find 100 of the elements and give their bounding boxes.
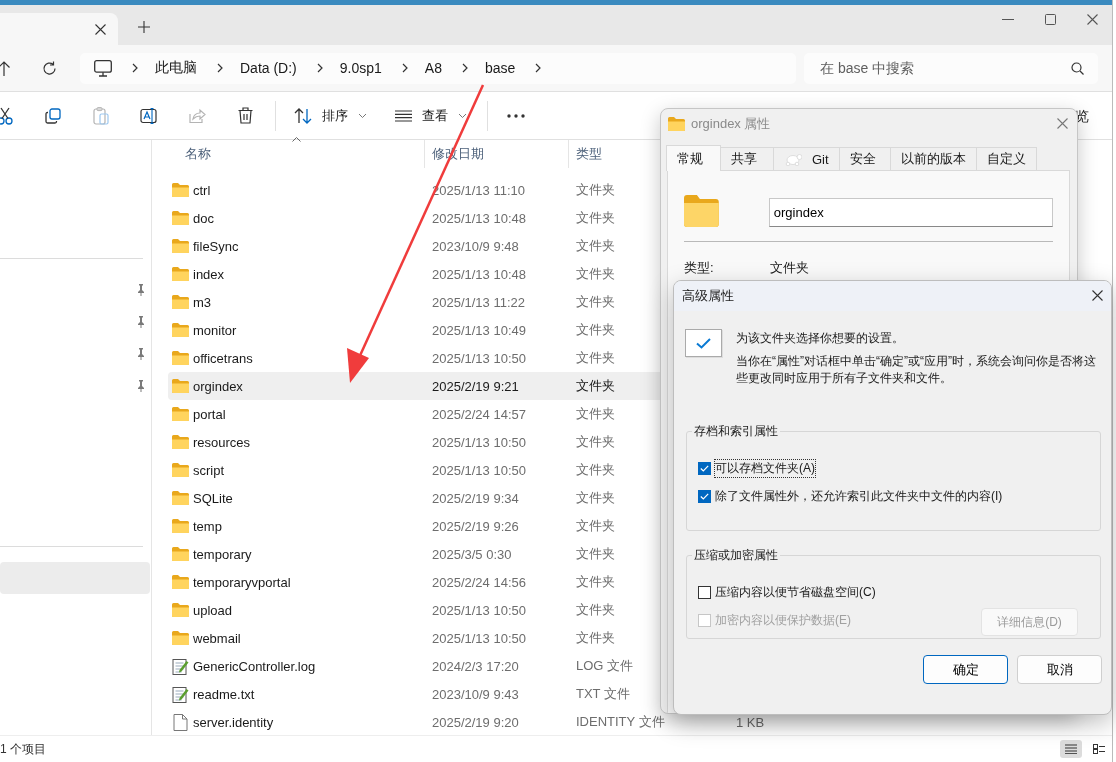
date-cell: 2025/1/13 10:50 [432,630,526,646]
monitor-icon [94,59,112,77]
date-cell: 2025/1/13 10:49 [432,322,526,338]
folder-icon [172,295,189,309]
type-cell: 文件夹 [576,237,615,255]
folder-icon [668,117,685,131]
breadcrumb-item[interactable]: 此电脑 [155,59,197,77]
column-header[interactable]: 名称 [168,140,425,168]
search-field[interactable]: 在 base 中搜索 [818,59,1062,77]
cancel-button[interactable]: 取消 [1017,655,1102,684]
file-name[interactable]: resources [193,434,251,450]
type-cell: LOG 文件 [576,657,634,675]
checkbox[interactable] [698,489,711,503]
folder-icon [172,239,189,253]
file-name[interactable]: script [193,462,225,478]
checkbox-label[interactable]: 除了文件属性外，还允许索引此文件夹中文件的内容(I) [715,487,1003,505]
close-icon[interactable] [1087,13,1098,25]
file-name[interactable]: m3 [193,294,212,310]
item-count: 1 个项目 [0,740,46,758]
file-name[interactable]: temporaryvportal [193,574,291,590]
type-cell: 文件夹 [576,433,615,451]
date-cell: 2025/1/13 10:50 [432,434,526,450]
date-cell: 2025/1/13 10:48 [432,266,526,282]
copy-icon[interactable] [45,107,61,124]
file-name[interactable]: upload [193,602,233,618]
checkbox-label[interactable]: 可以存档文件夹(A) [715,459,815,477]
ok-button[interactable]: 确定 [923,655,1008,684]
chevron-icon [132,63,139,73]
file-name[interactable]: index [193,266,225,282]
field-label: 类型: [684,259,715,277]
notepad-icon [172,657,189,675]
date-cell: 2025/1/13 10:50 [432,462,526,478]
scissors-icon[interactable] [0,106,13,125]
type-cell: 文件夹 [576,349,615,367]
file-name[interactable]: orgindex [193,378,243,394]
close-icon[interactable] [1092,290,1103,301]
type-cell: 文件夹 [576,545,615,563]
up-arrow-icon[interactable] [0,60,10,76]
file-name[interactable]: officetrans [193,350,253,366]
type-cell: 文件夹 [576,461,615,479]
dialog-title: 高级属性 [682,287,734,305]
date-cell: 2025/2/24 14:56 [432,574,526,590]
name-field[interactable]: orgindex [768,197,1053,227]
file-name[interactable]: ctrl [193,182,211,198]
file-name[interactable]: webmail [193,630,241,646]
folder-icon [172,435,189,449]
breadcrumb-item[interactable]: base [484,60,516,76]
size-cell: 1 KB [736,714,765,730]
folder-icon [172,547,189,561]
field-value: 文件夹 [770,259,810,277]
trash-icon[interactable] [237,107,253,124]
file-name[interactable]: portal [193,406,226,422]
file-name[interactable]: fileSync [193,238,239,254]
view-toggle[interactable] [1060,740,1082,758]
pin-icon [136,348,146,360]
search-icon [1071,61,1084,75]
folder-icon [172,351,189,365]
pin-icon [136,316,146,328]
folder-icon [684,195,719,227]
type-cell: 文件夹 [576,405,615,423]
column-header[interactable]: 类型 [569,140,602,168]
plus-icon[interactable] [138,21,150,33]
file-name[interactable]: monitor [193,322,237,338]
checkbox[interactable] [698,585,711,599]
date-cell: 2025/2/19 9:21 [432,378,519,394]
file-name[interactable]: temporary [193,546,252,562]
dialog-tab[interactable]: 自定义 [975,147,1037,170]
maximize-icon[interactable] [1045,13,1056,25]
chevron-icon [461,63,469,73]
date-cell: 2025/1/13 11:22 [432,294,525,310]
file-name[interactable]: temp [193,518,222,534]
rename-icon[interactable] [140,107,158,124]
folder-icon [172,575,189,589]
file-name[interactable]: server.identity [193,714,274,730]
pin-icon [136,284,146,296]
sort-button[interactable]: 排序 [286,99,375,132]
view-button[interactable]: 查看 [387,99,475,132]
address-bar[interactable]: 此电脑 Data (D:) 9.0sp1 A8 base [80,52,796,84]
close-icon[interactable] [95,23,106,35]
breadcrumb-item[interactable]: Data (D:) [240,60,297,76]
type-cell: 文件夹 [576,573,615,591]
type-cell: 文件夹 [576,489,615,507]
folder-icon [172,519,189,533]
breadcrumb-item[interactable]: 9.0sp1 [339,60,382,76]
type-cell: 文件夹 [576,265,615,283]
file-name[interactable]: readme.txt [193,686,255,702]
file-name[interactable]: SQLite [193,490,233,506]
type-cell: 文件夹 [576,293,615,311]
date-cell: 2025/1/13 10:48 [432,210,526,226]
file-name[interactable]: doc [193,210,214,226]
refresh-icon[interactable] [42,60,57,76]
more-icon[interactable] [507,113,525,118]
checkbox[interactable] [698,461,711,475]
folder-icon [172,491,189,505]
type-cell: 文件夹 [576,209,615,227]
search-box[interactable]: 在 base 中搜索 [804,52,1098,84]
file-name[interactable]: GenericController.log [193,658,316,674]
breadcrumb-item[interactable]: A8 [424,60,442,76]
dialog-tab[interactable]: 常规 [666,145,721,171]
checkbox-label[interactable]: 压缩内容以便节省磁盘空间(C) [715,583,876,601]
